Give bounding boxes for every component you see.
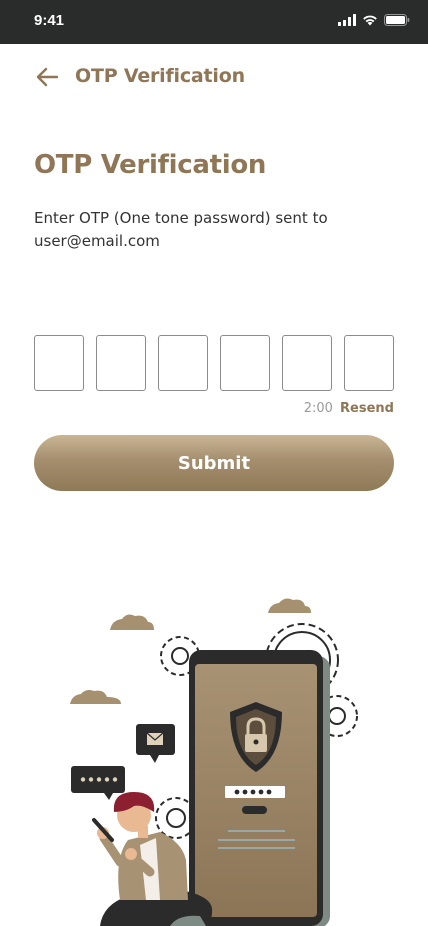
otp-input-5[interactable] — [282, 335, 332, 391]
chat-bubble-icon — [71, 766, 125, 800]
otp-input-1[interactable] — [34, 335, 84, 391]
signal-icon — [338, 14, 356, 26]
otp-security-illustration — [70, 598, 358, 926]
resend-link[interactable]: Resend — [340, 401, 394, 416]
otp-input-3[interactable] — [158, 335, 208, 391]
countdown-timer: 2:00 — [303, 401, 333, 416]
otp-input-group — [34, 335, 394, 391]
back-button[interactable] — [32, 64, 62, 90]
status-bar: 9:41 — [0, 0, 428, 44]
arrow-left-icon — [36, 67, 59, 87]
otp-input-2[interactable] — [96, 335, 146, 391]
app-header: OTP Verification — [0, 44, 428, 112]
page-title: OTP Verification — [34, 150, 267, 180]
phone-illustration — [189, 650, 330, 926]
page-description: Enter OTP (One tone password) sent to us… — [34, 209, 328, 250]
status-icons — [338, 14, 410, 26]
status-time: 9:41 — [34, 12, 65, 29]
mail-message-icon — [136, 724, 175, 763]
submit-button[interactable]: Submit — [34, 435, 394, 491]
header-title: OTP Verification — [75, 65, 245, 87]
otp-input-4[interactable] — [220, 335, 270, 391]
battery-icon — [384, 14, 410, 26]
otp-input-6[interactable] — [344, 335, 394, 391]
wifi-icon — [363, 15, 377, 26]
timer-row: 2:00 Resend — [304, 401, 394, 416]
